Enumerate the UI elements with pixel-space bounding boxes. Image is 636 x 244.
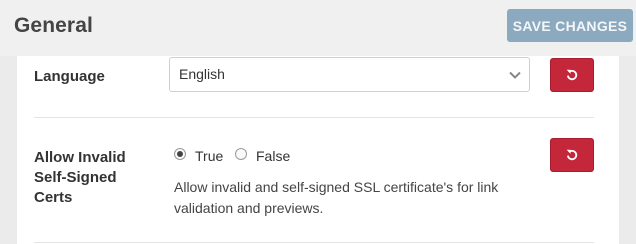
allow-invalid-certs-help-text: Allow invalid and self-signed SSL certif… — [174, 179, 499, 216]
page-header: General SAVE CHANGES — [0, 0, 636, 56]
reset-icon — [566, 69, 578, 81]
row-divider — [34, 117, 594, 118]
allow-invalid-certs-reset-button[interactable] — [550, 138, 594, 172]
page-title: General — [14, 14, 93, 37]
true-radio[interactable] — [174, 148, 186, 160]
language-label: Language — [34, 68, 105, 85]
save-changes-button[interactable]: SAVE CHANGES — [507, 9, 633, 42]
allow-invalid-certs-label-line-2: Self-Signed — [34, 169, 117, 186]
true-radio-label[interactable]: True — [195, 148, 223, 164]
allow-invalid-certs-label-line-1: Allow Invalid — [34, 149, 126, 166]
row-divider — [34, 242, 594, 243]
language-select[interactable]: English — [169, 57, 530, 92]
reset-icon — [566, 149, 578, 161]
allow-invalid-certs-label-line-3: Certs — [34, 189, 73, 206]
false-radio-label[interactable]: False — [256, 148, 290, 164]
language-reset-button[interactable] — [550, 58, 594, 92]
false-radio[interactable] — [235, 148, 247, 160]
settings-panel: Language English Allow Invalid Self-Sign… — [17, 56, 619, 244]
language-select-value: English — [179, 66, 225, 82]
chevron-down-icon — [509, 71, 521, 79]
